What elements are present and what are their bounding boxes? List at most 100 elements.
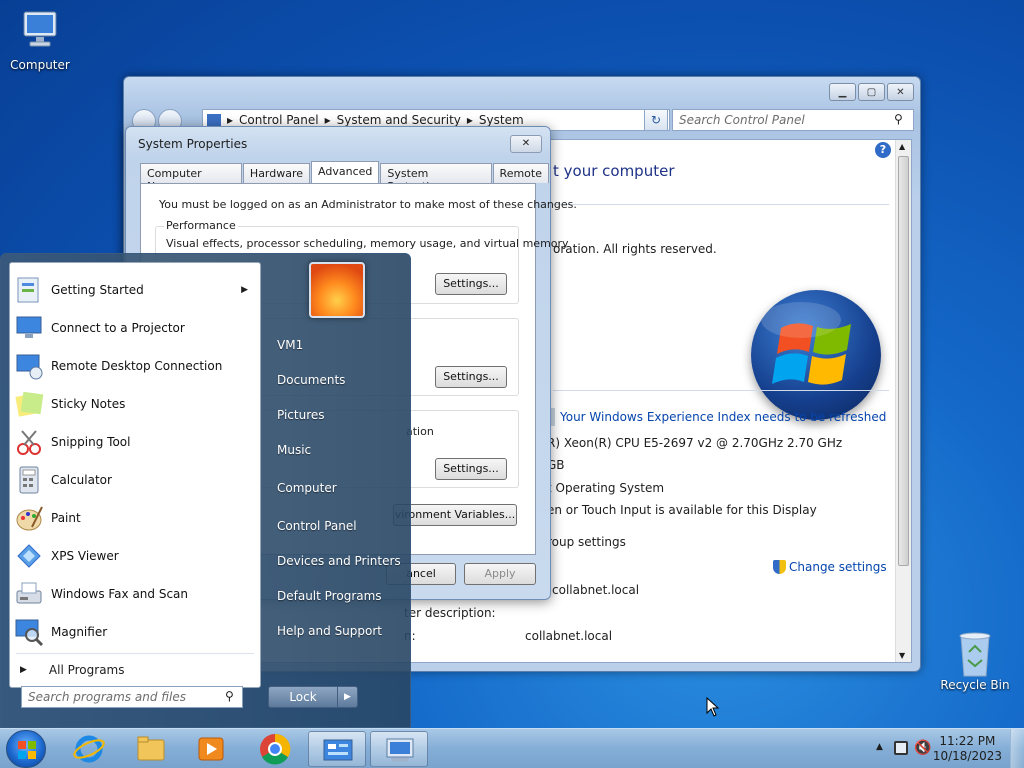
change-settings-link[interactable]: Change settings <box>789 560 887 574</box>
refresh-button[interactable]: ↻ <box>644 109 668 131</box>
show-hidden-icons-arrow[interactable]: ▲ <box>876 742 883 752</box>
breadcrumb-control-panel[interactable]: Control Panel <box>239 113 319 127</box>
copyright-text: oration. All rights reserved. <box>553 242 717 256</box>
vertical-scrollbar[interactable]: ▲ ▼ <box>895 140 911 662</box>
lock-button[interactable]: Lock ▶ <box>268 686 358 708</box>
places-default-programs[interactable]: Default Programs <box>277 589 382 603</box>
search-icon[interactable]: ⚲ <box>894 112 903 126</box>
experience-index-link[interactable]: Your Windows Experience Index needs to b… <box>560 410 886 424</box>
taskbar-explorer[interactable] <box>122 731 180 767</box>
fax-scan-icon <box>14 579 44 609</box>
program-remote-desktop[interactable]: Remote Desktop Connection <box>10 347 260 385</box>
program-getting-started[interactable]: Getting Started ▶ <box>10 271 260 309</box>
computer-icon <box>16 10 64 54</box>
program-calculator[interactable]: Calculator <box>10 461 260 499</box>
tab-hardware[interactable]: Hardware <box>242 163 311 183</box>
breadcrumb-system-security[interactable]: System and Security <box>337 113 461 127</box>
lock-options-arrow-icon[interactable]: ▶ <box>337 687 357 707</box>
windows-logo <box>751 290 881 420</box>
program-magnifier[interactable]: Magnifier <box>10 613 260 651</box>
breadcrumb-separator: ▸ <box>466 113 473 127</box>
places-devices-printers[interactable]: Devices and Printers <box>277 554 401 568</box>
search-control-panel-input[interactable]: Search Control Panel <box>672 109 914 131</box>
submenu-arrow-icon: ▶ <box>241 285 248 295</box>
volume-muted-icon[interactable]: 🔇 <box>914 740 931 756</box>
performance-label: Performance <box>164 219 238 232</box>
tab-advanced[interactable]: Advanced <box>311 161 380 183</box>
shield-icon <box>773 560 786 574</box>
all-programs-button[interactable]: ▶ All Programs <box>20 660 250 680</box>
user-profiles-settings-button[interactable]: Settings... <box>435 366 507 388</box>
program-fax-scan[interactable]: Windows Fax and Scan <box>10 575 260 613</box>
group-settings-heading: roup settings <box>547 535 626 549</box>
processor-value: R) Xeon(R) CPU E5-2697 v2 @ 2.70GHz 2.70… <box>547 436 843 450</box>
tab-system-protection[interactable]: System Protection <box>380 163 492 193</box>
dialog-title: System Properties <box>138 137 248 151</box>
search-programs-input[interactable]: Search programs and files <box>21 686 243 708</box>
close-button[interactable]: ✕ <box>887 83 914 101</box>
desktop-icon-recycle-bin[interactable]: Recycle Bin <box>935 630 1015 692</box>
clock[interactable]: 11:22 PM 10/18/2023 <box>933 734 1002 764</box>
all-programs-arrow-icon: ▶ <box>20 665 27 675</box>
places-control-panel[interactable]: Control Panel <box>277 519 357 533</box>
search-icon[interactable]: ⚲ <box>225 689 234 703</box>
apply-button[interactable]: Apply <box>464 563 536 585</box>
maximize-button[interactable]: ▢ <box>858 83 885 101</box>
places-computer[interactable]: Computer <box>277 481 337 495</box>
start-menu-places: VM1 Documents Pictures Music Computer Co… <box>269 254 409 729</box>
control-panel-icon <box>323 739 353 761</box>
tab-remote[interactable]: Remote <box>492 163 549 183</box>
snipping-tool-icon <box>14 427 44 457</box>
paint-icon <box>14 503 44 533</box>
environment-variables-button[interactable]: vironment Variables... <box>393 504 517 526</box>
scroll-down-arrow[interactable]: ▼ <box>899 651 905 660</box>
show-desktop-button[interactable] <box>1010 729 1024 768</box>
startup-settings-button[interactable]: Settings... <box>435 458 507 480</box>
places-music[interactable]: Music <box>277 443 311 457</box>
taskbar-chrome[interactable] <box>246 731 304 767</box>
desktop-icon-label: Recycle Bin <box>940 678 1010 692</box>
projector-icon <box>14 313 44 343</box>
desktop-icon-computer[interactable]: Computer <box>0 10 80 72</box>
domain-value: collabnet.local <box>525 629 613 643</box>
chrome-icon <box>260 733 291 765</box>
breadcrumb-separator: ▸ <box>227 113 234 127</box>
start-button[interactable] <box>6 730 46 768</box>
tab-strip: Computer Name Hardware Advanced System P… <box>140 161 550 193</box>
scroll-up-arrow[interactable]: ▲ <box>899 142 905 151</box>
divider <box>553 390 889 391</box>
places-help-support[interactable]: Help and Support <box>277 624 382 638</box>
network-icon[interactable] <box>894 741 908 755</box>
clock-time: 11:22 PM <box>939 734 996 748</box>
tab-computer-name[interactable]: Computer Name <box>140 163 242 193</box>
full-name-value: collabnet.local <box>552 583 640 597</box>
taskbar-control-panel[interactable] <box>308 731 366 767</box>
taskbar-media-player[interactable] <box>182 731 240 767</box>
help-icon[interactable]: ? <box>875 142 891 158</box>
program-snipping-tool[interactable]: Snipping Tool <box>10 423 260 461</box>
breadcrumb-separator: ▸ <box>324 113 331 127</box>
control-panel-small-icon <box>207 114 221 126</box>
places-pictures[interactable]: Pictures <box>277 408 325 422</box>
program-connect-projector[interactable]: Connect to a Projector <box>10 309 260 347</box>
places-documents[interactable]: Documents <box>277 373 345 387</box>
program-sticky-notes[interactable]: Sticky Notes <box>10 385 260 423</box>
program-xps-viewer[interactable]: XPS Viewer <box>10 537 260 575</box>
program-paint[interactable]: Paint <box>10 499 260 537</box>
magnifier-icon <box>14 617 44 647</box>
scroll-thumb[interactable] <box>898 156 909 566</box>
start-menu: Getting Started ▶ Connect to a Projector… <box>0 253 411 728</box>
minimize-button[interactable]: ▁ <box>829 83 856 101</box>
performance-description: Visual effects, processor scheduling, me… <box>166 237 569 250</box>
breadcrumb-system[interactable]: System <box>479 113 524 127</box>
windows-flag-icon <box>18 741 36 759</box>
dialog-close-button[interactable]: ✕ <box>510 135 542 153</box>
window-caption-buttons: ▁ ▢ ✕ <box>829 83 914 101</box>
taskbar: ▲ 🔇 11:22 PM 10/18/2023 <box>0 728 1024 768</box>
taskbar-internet-explorer[interactable] <box>60 731 118 767</box>
places-user-vm1[interactable]: VM1 <box>277 338 303 352</box>
sticky-notes-icon <box>14 389 44 419</box>
taskbar-system-properties[interactable] <box>370 731 428 767</box>
performance-settings-button[interactable]: Settings... <box>435 273 507 295</box>
page-heading: t your computer <box>553 162 675 180</box>
